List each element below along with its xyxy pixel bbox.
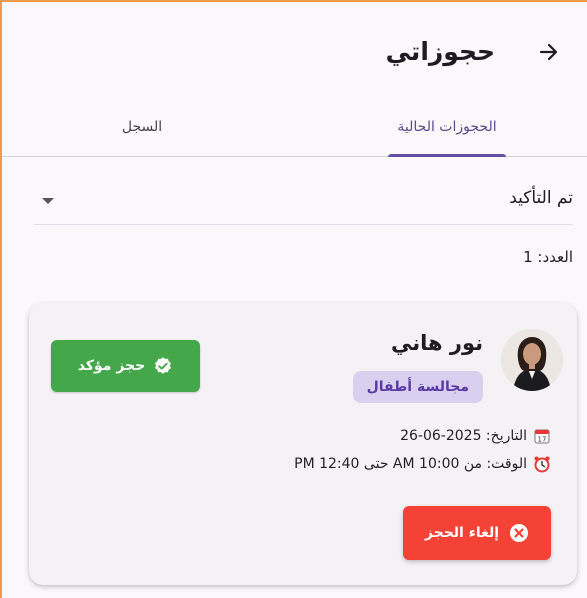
booking-date-row: 17 التاريخ: 2025-06-26 xyxy=(400,427,551,445)
tab-label: الحجوزات الحالية xyxy=(397,119,497,135)
calendar-icon: 17 xyxy=(533,427,551,445)
filter-selected-value: تم التأكيد xyxy=(509,188,573,208)
back-button[interactable] xyxy=(529,32,569,72)
cancel-label: إلغاء الحجز xyxy=(424,525,500,541)
svg-text:17: 17 xyxy=(538,436,547,444)
booking-time-row: الوقت: من 10:00 AM حتى 12:40 PM xyxy=(294,455,551,473)
service-chip: مجالسة أطفال xyxy=(352,371,483,403)
tab-bar: الحجوزات الحالية السجل xyxy=(2,98,587,157)
tab-label: السجل xyxy=(121,119,163,135)
booking-date: التاريخ: 2025-06-26 xyxy=(400,428,527,444)
cancel-circle-icon xyxy=(509,523,529,543)
active-tab-indicator xyxy=(388,154,506,157)
app-bar: حجوزاتي xyxy=(2,2,587,98)
booking-time: الوقت: من 10:00 AM حتى 12:40 PM xyxy=(294,456,527,472)
booking-count: العدد: 1 xyxy=(523,248,573,266)
verified-check-icon xyxy=(153,356,173,376)
dropdown-caret-icon xyxy=(42,198,54,204)
caregiver-name: نور هاني xyxy=(390,331,483,355)
status-label: حجز مؤكد xyxy=(77,358,146,374)
status-filter-dropdown[interactable]: تم التأكيد xyxy=(34,178,573,225)
tab-current-bookings[interactable]: الحجوزات الحالية xyxy=(307,98,587,157)
cancel-booking-button[interactable]: إلغاء الحجز xyxy=(403,506,551,560)
page-title: حجوزاتي xyxy=(385,37,495,66)
arrow-right-icon xyxy=(537,40,561,64)
avatar xyxy=(501,329,563,391)
booking-card: نور هاني مجالسة أطفال حجز مؤكد 17 التاري… xyxy=(29,303,577,585)
tab-history[interactable]: السجل xyxy=(2,98,282,156)
confirmed-status-badge: حجز مؤكد xyxy=(51,340,200,392)
alarm-clock-icon xyxy=(533,455,551,473)
